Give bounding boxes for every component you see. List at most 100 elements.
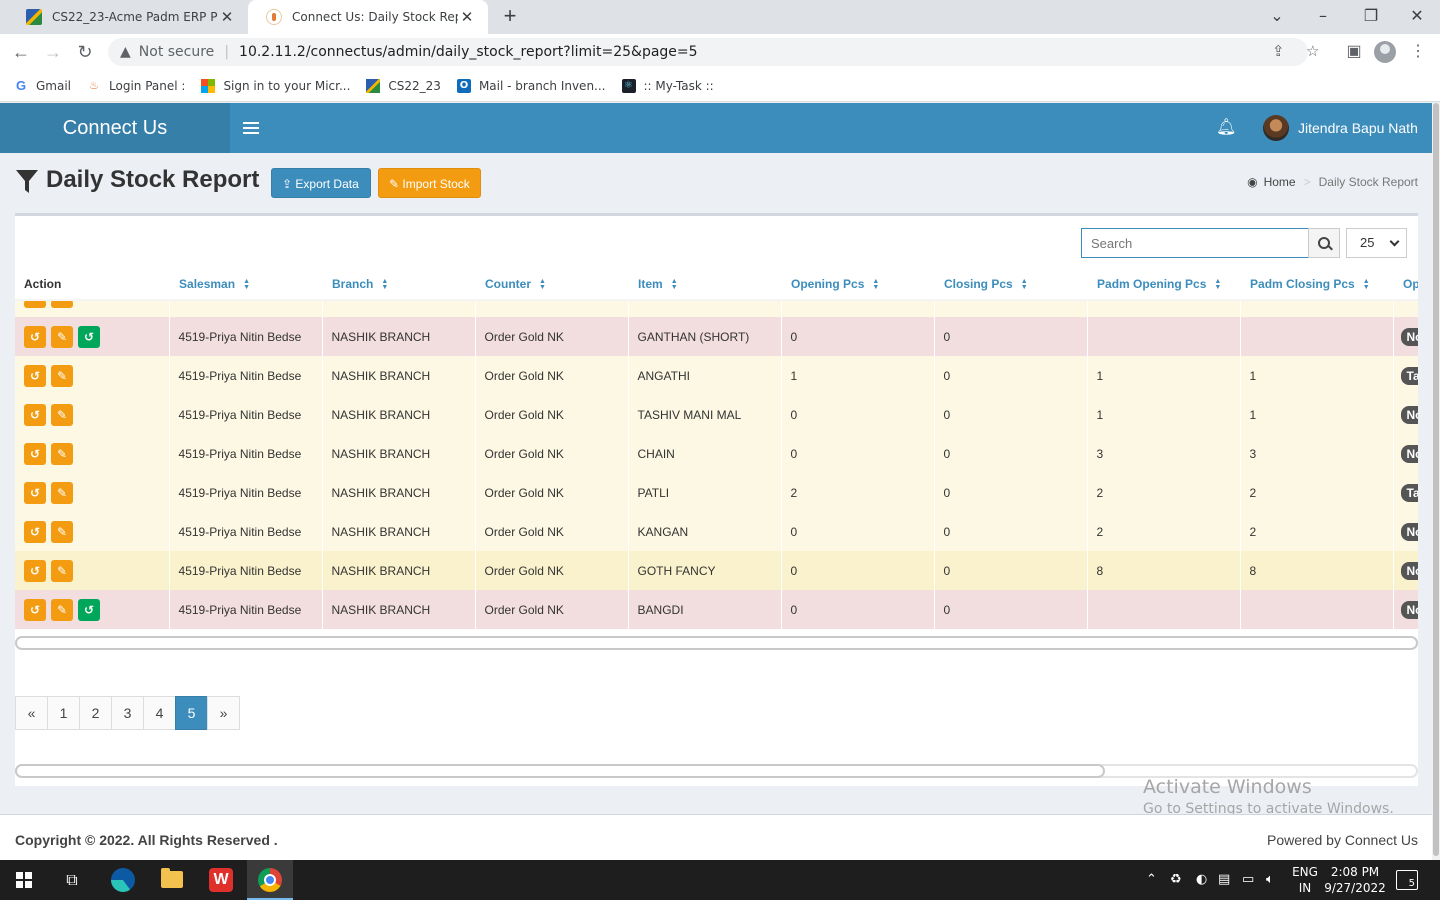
edit-icon[interactable]: ✎ bbox=[51, 559, 73, 582]
task-view-icon[interactable]: ⧉ bbox=[48, 860, 96, 900]
tray-meet-icon[interactable]: ◐ bbox=[1196, 860, 1207, 900]
tray-display-icon[interactable]: ▤ bbox=[1218, 860, 1230, 900]
pagination-page-4[interactable]: 4 bbox=[143, 696, 176, 730]
file-explorer-icon[interactable] bbox=[161, 868, 183, 888]
volume-icon[interactable]: 🔈︎ bbox=[1266, 860, 1274, 900]
pagination-page-3[interactable]: 3 bbox=[111, 696, 144, 730]
pagination-page-1[interactable]: 1 bbox=[47, 696, 80, 730]
close-tab-icon[interactable]: ✕ bbox=[458, 8, 476, 26]
pagination-next[interactable]: » bbox=[207, 696, 240, 730]
import-stock-button[interactable]: ✎ Import Stock bbox=[378, 168, 481, 198]
side-panel-icon[interactable]: ▣ bbox=[1342, 40, 1366, 64]
history-icon[interactable]: ↺ bbox=[24, 598, 46, 621]
profile-icon[interactable] bbox=[1374, 41, 1396, 63]
hamburger-menu-icon[interactable] bbox=[243, 119, 259, 137]
page-vertical-scrollbar[interactable] bbox=[1432, 103, 1440, 860]
bookmark-star-icon[interactable]: ☆ bbox=[1306, 42, 1319, 60]
bookmark-gmail[interactable]: G Gmail bbox=[14, 78, 71, 93]
reload-icon[interactable]: ↻ bbox=[72, 40, 98, 64]
page-limit-select[interactable]: 25 bbox=[1346, 228, 1407, 258]
sort-icon[interactable]: ▲ ▼ bbox=[671, 278, 678, 291]
clock[interactable]: 2:08 PM 9/27/2022 bbox=[1322, 864, 1388, 896]
branch-cell: NASHIK BRANCH bbox=[322, 356, 476, 395]
edit-icon[interactable]: ✎ bbox=[51, 403, 73, 426]
restore-icon[interactable]: ↺ bbox=[78, 598, 100, 621]
brand-logo[interactable]: Connect Us bbox=[0, 103, 230, 153]
notifications-icon[interactable]: 5 bbox=[1396, 870, 1418, 890]
sort-icon[interactable]: ▲ ▼ bbox=[539, 278, 546, 291]
language-indicator[interactable]: ENG IN bbox=[1290, 864, 1320, 896]
sort-icon[interactable]: ▲ ▼ bbox=[243, 278, 250, 291]
edit-icon[interactable]: ✎ bbox=[51, 520, 73, 543]
edit-icon[interactable]: ✎ bbox=[51, 325, 73, 348]
edit-icon[interactable]: ✎ bbox=[51, 481, 73, 504]
history-icon[interactable]: ↺ bbox=[24, 403, 46, 426]
user-avatar[interactable] bbox=[1263, 115, 1289, 141]
edit-icon[interactable]: ✎ bbox=[51, 442, 73, 465]
restore-icon[interactable]: ❐ bbox=[1348, 0, 1394, 34]
breadcrumb-home[interactable]: Home bbox=[1264, 175, 1296, 189]
edit-icon[interactable] bbox=[51, 300, 73, 308]
table-horizontal-scrollbar[interactable] bbox=[15, 636, 1418, 650]
sort-icon[interactable]: ▲ ▼ bbox=[872, 278, 879, 291]
user-name[interactable]: Jitendra Bapu Nath bbox=[1298, 103, 1418, 153]
column-header[interactable]: Padm Opening Pcs ▲ ▼ bbox=[1087, 269, 1241, 301]
tray-app-icon[interactable]: ♻ bbox=[1170, 860, 1182, 900]
tab-connect-us[interactable]: Connect Us: Daily Stock Report ✕ bbox=[248, 0, 488, 34]
menu-kebab-icon[interactable]: ⋮ bbox=[1406, 40, 1430, 64]
url-text[interactable]: 10.2.11.2/connectus/admin/daily_stock_re… bbox=[239, 44, 698, 60]
window-close-icon[interactable]: ✕ bbox=[1394, 0, 1440, 34]
sort-icon[interactable]: ▲ ▼ bbox=[381, 278, 388, 291]
bookmark-login-panel[interactable]: ♨ Login Panel : bbox=[87, 79, 185, 93]
column-header[interactable]: Branch ▲ ▼ bbox=[322, 269, 476, 301]
network-icon[interactable]: ▭ bbox=[1242, 860, 1254, 900]
history-icon[interactable] bbox=[24, 300, 46, 308]
history-icon[interactable]: ↺ bbox=[24, 442, 46, 465]
wps-office-icon[interactable]: W bbox=[209, 868, 233, 892]
tab-search-icon[interactable]: ⌄ bbox=[1254, 0, 1300, 34]
column-header[interactable]: Counter ▲ ▼ bbox=[475, 269, 629, 301]
bookmark-microsoft[interactable]: Sign in to your Micr... bbox=[201, 78, 350, 93]
column-header[interactable]: Salesman ▲ ▼ bbox=[169, 269, 323, 301]
sort-icon[interactable]: ▲ ▼ bbox=[1363, 278, 1370, 291]
history-icon[interactable]: ↺ bbox=[24, 559, 46, 582]
table-viewport[interactable]: Action Salesman ▲ ▼ Branch ▲ ▼ Counter ▲ ▼ Item ▲ ▼ O… bbox=[15, 269, 1418, 629]
column-header[interactable]: Closing Pcs ▲ ▼ bbox=[934, 269, 1088, 301]
scrollbar-thumb[interactable] bbox=[15, 764, 1105, 778]
column-header[interactable]: Item ▲ ▼ bbox=[628, 269, 782, 301]
bookmark-cs22[interactable]: CS22_23 bbox=[366, 78, 441, 93]
pagination-page-5[interactable]: 5 bbox=[175, 696, 208, 730]
close-tab-icon[interactable]: ✕ bbox=[218, 8, 236, 26]
export-data-button[interactable]: ⇪ Export Data bbox=[271, 168, 371, 198]
sort-icon[interactable]: ▲ ▼ bbox=[1214, 278, 1221, 291]
search-input[interactable] bbox=[1081, 228, 1309, 258]
search-button[interactable] bbox=[1308, 228, 1340, 258]
omnibox[interactable]: ▲ Not secure | 10.2.11.2/connectus/admin… bbox=[108, 38, 1319, 66]
pagination-prev[interactable]: « bbox=[15, 696, 48, 730]
edge-icon[interactable] bbox=[111, 868, 135, 892]
tab-erp[interactable]: CS22_23-Acme Padm ERP Platform ✕ bbox=[8, 0, 248, 34]
bookmark-my-task[interactable]: ⚛:: My-Task :: bbox=[621, 78, 714, 93]
column-header[interactable]: Opening Pcs ▲ ▼ bbox=[781, 269, 935, 301]
pagination-page-2[interactable]: 2 bbox=[79, 696, 112, 730]
edit-icon[interactable]: ✎ bbox=[51, 364, 73, 387]
history-icon[interactable]: ↺ bbox=[24, 481, 46, 504]
minimize-icon[interactable]: – bbox=[1300, 0, 1346, 34]
forward-icon[interactable]: → bbox=[40, 40, 66, 64]
history-icon[interactable]: ↺ bbox=[24, 325, 46, 348]
share-icon[interactable]: ⇪ bbox=[1272, 42, 1285, 60]
restore-icon[interactable]: ↺ bbox=[78, 325, 100, 348]
back-icon[interactable]: ← bbox=[8, 40, 34, 64]
chrome-taskbar-button[interactable] bbox=[247, 860, 293, 900]
column-header[interactable]: Padm Closing Pcs ▲ ▼ bbox=[1240, 269, 1394, 301]
bell-icon[interactable]: 🔔︎ bbox=[1216, 118, 1236, 138]
column-header[interactable]: Opening bbox=[1393, 269, 1418, 301]
tray-expand-icon[interactable]: ⌃ bbox=[1146, 860, 1157, 900]
new-tab-icon[interactable]: + bbox=[498, 5, 522, 29]
windows-start-icon[interactable] bbox=[16, 872, 32, 888]
sort-icon[interactable]: ▲ ▼ bbox=[1021, 278, 1028, 291]
bookmark-mail[interactable]: O Mail - branch Inven... bbox=[456, 78, 606, 93]
edit-icon[interactable]: ✎ bbox=[51, 598, 73, 621]
history-icon[interactable]: ↺ bbox=[24, 364, 46, 387]
history-icon[interactable]: ↺ bbox=[24, 520, 46, 543]
